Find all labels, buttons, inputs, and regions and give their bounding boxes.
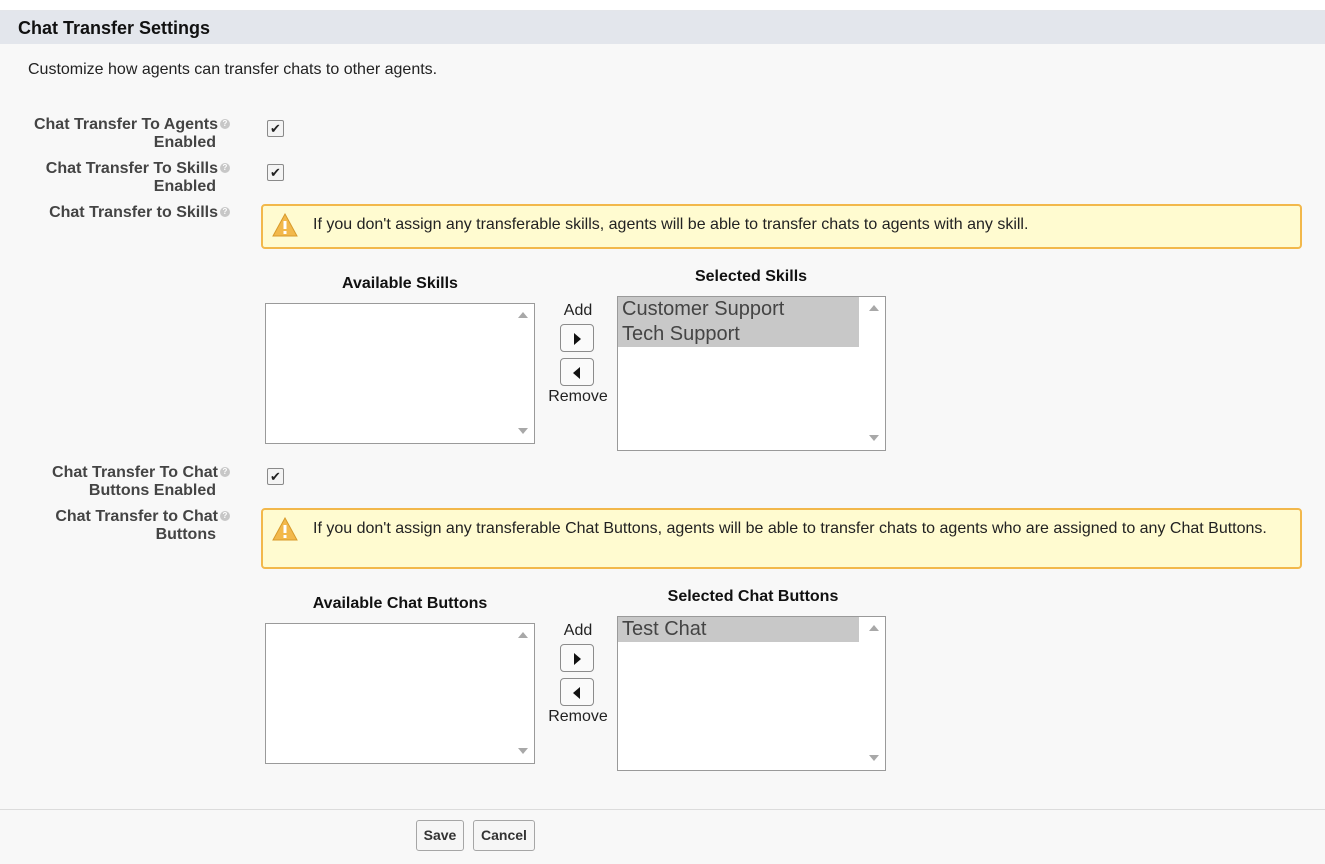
- footer-divider: [0, 809, 1325, 810]
- scroll-down-icon[interactable]: [869, 755, 879, 761]
- available-skills-list[interactable]: [265, 303, 535, 444]
- checkmark-icon: ✔: [270, 469, 281, 484]
- scroll-down-icon[interactable]: [518, 428, 528, 434]
- selected-skills-title: Selected Skills: [694, 268, 808, 285]
- scrollbar[interactable]: [510, 624, 534, 763]
- selected-buttons-title: Selected Chat Buttons: [667, 588, 839, 605]
- scroll-down-icon[interactable]: [518, 748, 528, 754]
- scroll-up-icon[interactable]: [518, 312, 528, 318]
- help-icon[interactable]: ?: [220, 510, 230, 521]
- skills-warning: If you don't assign any transferable ski…: [261, 204, 1302, 249]
- agents-enabled-label-line2: Enabled: [153, 134, 216, 151]
- list-item[interactable]: Test Chat: [618, 617, 859, 642]
- left-arrow-icon: [573, 367, 580, 379]
- save-button[interactable]: Save: [416, 820, 464, 851]
- scrollbar[interactable]: [510, 304, 534, 443]
- buttons-add-label: Add: [563, 622, 593, 639]
- buttons-label-line1: Chat Transfer to Chat: [55, 508, 218, 525]
- skills-label: Chat Transfer to Skills?: [49, 204, 230, 222]
- section-description: Customize how agents can transfer chats …: [28, 61, 438, 78]
- agents-enabled-checkbox[interactable]: ✔: [267, 120, 284, 137]
- buttons-remove-label: Remove: [548, 708, 608, 725]
- buttons-label-line2: Buttons: [155, 526, 216, 543]
- help-icon[interactable]: ?: [220, 206, 230, 217]
- list-item[interactable]: Tech Support: [618, 322, 859, 347]
- skills-remove-label: Remove: [548, 388, 608, 405]
- scroll-up-icon[interactable]: [869, 305, 879, 311]
- skills-enabled-label: Chat Transfer To Skills? Enabled: [46, 160, 230, 196]
- selected-buttons-list[interactable]: Test Chat: [617, 616, 886, 771]
- section-title: Chat Transfer Settings: [18, 18, 211, 38]
- scrollbar[interactable]: [861, 297, 885, 450]
- buttons-label: Chat Transfer to Chat? Buttons: [55, 508, 230, 544]
- skills-add-button[interactable]: [560, 324, 594, 352]
- scroll-down-icon[interactable]: [869, 435, 879, 441]
- skills-enabled-checkbox[interactable]: ✔: [267, 164, 284, 181]
- help-icon[interactable]: ?: [220, 118, 230, 129]
- buttons-add-button[interactable]: [560, 644, 594, 672]
- list-item[interactable]: Customer Support: [618, 297, 859, 322]
- checkmark-icon: ✔: [270, 121, 281, 136]
- skills-remove-button[interactable]: [560, 358, 594, 386]
- right-arrow-icon: [574, 333, 581, 345]
- available-buttons-list[interactable]: [265, 623, 535, 764]
- buttons-remove-button[interactable]: [560, 678, 594, 706]
- top-strip: [0, 0, 1325, 11]
- buttons-enabled-checkbox[interactable]: ✔: [267, 468, 284, 485]
- skills-enabled-label-line1: Chat Transfer To Skills: [45, 160, 218, 177]
- available-skills-title: Available Skills: [342, 275, 458, 292]
- agents-enabled-label-line1: Chat Transfer To Agents: [33, 116, 218, 133]
- scroll-up-icon[interactable]: [869, 625, 879, 631]
- help-icon[interactable]: ?: [220, 162, 230, 173]
- cancel-button[interactable]: Cancel: [473, 820, 535, 851]
- skills-add-label: Add: [563, 302, 593, 319]
- buttons-enabled-label: Chat Transfer To Chat? Buttons Enabled: [52, 464, 230, 500]
- buttons-enabled-label-line1: Chat Transfer To Chat: [52, 464, 218, 481]
- left-arrow-icon: [573, 687, 580, 699]
- buttons-enabled-label-line2: Buttons Enabled: [88, 482, 216, 499]
- buttons-warning-text: If you don't assign any transferable Cha…: [313, 520, 1267, 537]
- skills-warning-text: If you don't assign any transferable ski…: [313, 216, 1029, 233]
- skills-enabled-label-line2: Enabled: [153, 178, 216, 195]
- checkmark-icon: ✔: [270, 165, 281, 180]
- scrollbar[interactable]: [861, 617, 885, 770]
- skills-label-text: Chat Transfer to Skills: [49, 204, 218, 221]
- buttons-warning: If you don't assign any transferable Cha…: [261, 508, 1302, 569]
- agents-enabled-label: Chat Transfer To Agents? Enabled: [34, 116, 230, 152]
- warning-icon: [272, 213, 298, 237]
- available-buttons-title: Available Chat Buttons: [312, 595, 488, 612]
- right-arrow-icon: [574, 653, 581, 665]
- warning-icon: [272, 517, 298, 541]
- section-header: Chat Transfer Settings: [0, 11, 1325, 44]
- help-icon[interactable]: ?: [220, 466, 230, 477]
- scroll-up-icon[interactable]: [518, 632, 528, 638]
- selected-skills-list[interactable]: Customer Support Tech Support: [617, 296, 886, 451]
